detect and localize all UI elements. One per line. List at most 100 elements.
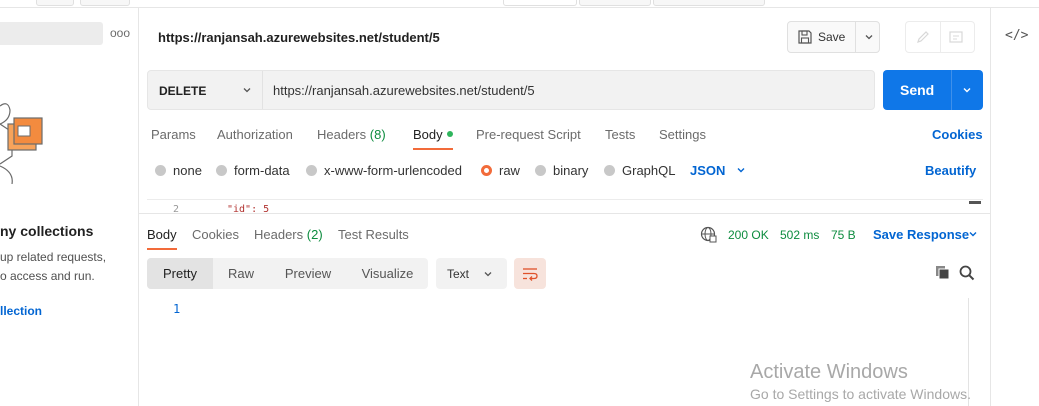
- method-label: DELETE: [159, 84, 207, 98]
- radio-binary[interactable]: binary: [535, 163, 588, 178]
- code-icon[interactable]: </>: [1005, 28, 1028, 43]
- beautify-link[interactable]: Beautify: [925, 163, 976, 178]
- response-view-toggle: Pretty Raw Preview Visualize: [147, 258, 428, 289]
- headers-count: (8): [369, 127, 386, 142]
- active-tab-underline: [147, 248, 177, 250]
- divider: [951, 70, 952, 110]
- language-select[interactable]: JSON: [690, 163, 725, 178]
- radio-circle: [604, 165, 615, 176]
- sidebar: [0, 8, 139, 406]
- request-body-editor[interactable]: 2 "id": 5: [147, 199, 983, 212]
- document-icon[interactable]: [948, 29, 964, 45]
- active-tab-underline: [413, 148, 453, 150]
- divider: [940, 22, 941, 52]
- radio-circle-selected: [481, 165, 492, 176]
- view-visualize[interactable]: Visualize: [347, 258, 428, 289]
- radio-raw[interactable]: raw: [481, 163, 520, 178]
- tab-active[interactable]: [503, 0, 577, 6]
- radio-label: binary: [553, 163, 589, 178]
- tab-headers-label: Headers: [317, 127, 367, 142]
- tab-tests[interactable]: Tests: [605, 127, 635, 142]
- status-code[interactable]: 200 OK: [728, 228, 769, 242]
- radio-circle: [535, 165, 546, 176]
- response-tab-headers[interactable]: Headers (2): [254, 227, 323, 242]
- format-select[interactable]: Text: [436, 258, 507, 289]
- chevron-down-icon: [484, 272, 492, 277]
- tab-headers[interactable]: Headers (8): [317, 127, 386, 142]
- radio-form-data[interactable]: form-data: [216, 163, 290, 178]
- edit-toggle-group: [905, 21, 975, 53]
- empty-collections-title: ny collections: [0, 223, 94, 239]
- response-tab-test-results[interactable]: Test Results: [338, 227, 409, 242]
- body-indicator-dot: [446, 131, 453, 137]
- save-response-button[interactable]: Save Response: [873, 227, 969, 242]
- method-select[interactable]: DELETE: [148, 71, 263, 109]
- send-button-group: Send: [883, 70, 983, 110]
- radio-circle: [155, 165, 166, 176]
- tab-body[interactable]: Body: [413, 127, 453, 142]
- tab[interactable]: [80, 0, 130, 6]
- pane-divider[interactable]: [139, 213, 990, 214]
- radio-label: form-data: [234, 163, 290, 178]
- activation-watermark-text: Go to Settings to activate Windows.: [750, 386, 971, 402]
- tab-strip: [0, 0, 1039, 8]
- search-icon[interactable]: [959, 265, 975, 281]
- format-label: Text: [447, 267, 470, 281]
- response-line-number: 1: [173, 302, 181, 316]
- cookies-link[interactable]: Cookies: [932, 127, 983, 142]
- tab[interactable]: [36, 0, 74, 6]
- tab-params[interactable]: Params: [151, 127, 196, 142]
- radio-label: GraphQL: [622, 163, 676, 178]
- response-tab-body[interactable]: Body: [147, 227, 177, 242]
- view-raw[interactable]: Raw: [213, 258, 269, 289]
- copy-icon[interactable]: [935, 265, 950, 280]
- wrap-lines-button[interactable]: [514, 258, 546, 289]
- radio-urlencoded[interactable]: x-www-form-urlencoded: [306, 163, 462, 178]
- chevron-down-icon[interactable]: [735, 164, 747, 176]
- save-button-group: Save: [787, 21, 880, 53]
- sidebar-search-input[interactable]: [0, 22, 103, 45]
- chevron-down-icon: [243, 88, 251, 93]
- radio-label: x-www-form-urlencoded: [324, 163, 462, 178]
- radio-label: raw: [499, 163, 520, 178]
- headers-count: (2): [306, 227, 323, 242]
- right-rail: [990, 8, 1039, 406]
- activation-watermark-title: Activate Windows: [750, 361, 908, 383]
- response-size[interactable]: 75 B: [831, 228, 856, 242]
- view-pretty[interactable]: Pretty: [147, 258, 213, 289]
- request-title[interactable]: https://ranjansah.azurewebsites.net/stud…: [158, 30, 440, 45]
- chevron-down-icon[interactable]: [961, 84, 973, 96]
- tab[interactable]: [579, 0, 651, 6]
- tab-prerequest-script[interactable]: Pre-request Script: [476, 127, 581, 142]
- tab-settings[interactable]: Settings: [659, 127, 706, 142]
- url-input[interactable]: https://ranjansah.azurewebsites.net/stud…: [273, 83, 863, 98]
- empty-collections-desc: up related requests,: [0, 250, 107, 264]
- create-collection-link[interactable]: llection: [0, 304, 42, 318]
- radio-circle: [306, 165, 317, 176]
- radio-graphql[interactable]: GraphQL: [604, 163, 675, 178]
- radio-circle: [216, 165, 227, 176]
- wrap-lines-icon: [523, 268, 538, 281]
- tab[interactable]: [653, 0, 765, 6]
- editor-scrollbar[interactable]: [969, 201, 981, 204]
- radio-label: none: [173, 163, 202, 178]
- view-preview[interactable]: Preview: [269, 258, 347, 289]
- save-icon: [798, 30, 812, 44]
- save-button[interactable]: Save: [788, 22, 856, 52]
- collections-illustration: [0, 103, 43, 184]
- tab-body-label: Body: [413, 127, 443, 142]
- chevron-down-icon[interactable]: [967, 228, 979, 240]
- radio-none[interactable]: none: [155, 163, 202, 178]
- save-label: Save: [818, 30, 846, 44]
- send-button[interactable]: Send: [900, 82, 934, 98]
- more-options-icon[interactable]: ooo: [110, 26, 130, 40]
- response-tab-cookies[interactable]: Cookies: [192, 227, 239, 242]
- tab-authorization[interactable]: Authorization: [217, 127, 293, 142]
- response-tab-headers-label: Headers: [254, 227, 304, 242]
- globe-icon[interactable]: [700, 226, 717, 243]
- chevron-down-icon[interactable]: [863, 31, 875, 43]
- url-bar: DELETE https://ranjansah.azurewebsites.n…: [147, 70, 875, 110]
- response-time[interactable]: 502 ms: [780, 228, 819, 242]
- line-number: 2: [173, 204, 180, 212]
- pencil-icon[interactable]: [915, 29, 931, 45]
